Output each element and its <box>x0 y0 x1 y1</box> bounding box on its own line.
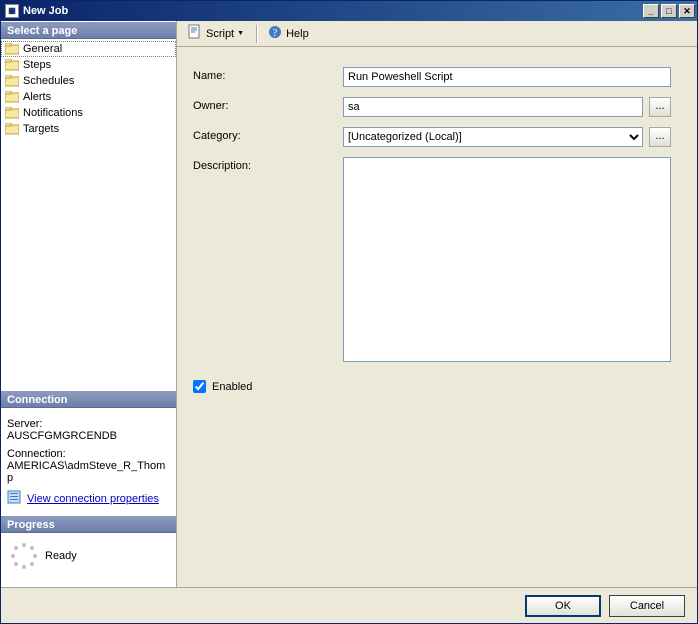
script-label: Script <box>206 28 234 40</box>
cancel-button[interactable]: Cancel <box>609 595 685 617</box>
name-row: Name: <box>193 67 681 87</box>
spacer <box>1 139 176 390</box>
description-row: Description: <box>193 157 681 362</box>
enabled-checkbox[interactable] <box>193 380 206 393</box>
sidebar-item-targets[interactable]: Targets <box>1 121 176 137</box>
minimize-button[interactable]: _ <box>643 4 659 18</box>
description-label: Description: <box>193 157 343 172</box>
sidebar-item-label: Notifications <box>23 107 172 119</box>
toolbar-separator <box>256 25 257 43</box>
spinner-icon <box>11 543 37 569</box>
chevron-down-icon: ▼ <box>237 30 244 37</box>
category-select[interactable]: [Uncategorized (Local)] <box>343 127 643 147</box>
maximize-button[interactable]: □ <box>661 4 677 18</box>
ok-button[interactable]: OK <box>525 595 601 617</box>
help-label: Help <box>286 28 309 40</box>
close-button[interactable]: ✕ <box>679 4 695 18</box>
help-icon: ? <box>267 24 283 43</box>
right-panel: Script ▼ ? Help Name: Owner: <box>177 21 697 587</box>
script-icon <box>187 24 203 43</box>
sidebar-item-schedules[interactable]: Schedules <box>1 73 176 89</box>
select-page-header: Select a page <box>1 21 176 39</box>
owner-input[interactable] <box>343 97 643 117</box>
category-browse-button[interactable]: ... <box>649 127 671 147</box>
sidebar-item-notifications[interactable]: Notifications <box>1 105 176 121</box>
content-area: Select a page General Steps <box>1 21 697 587</box>
view-connection-props[interactable]: View connection properties <box>7 490 170 507</box>
page-icon <box>5 91 19 103</box>
enabled-row: Enabled <box>193 380 681 393</box>
page-list: General Steps Schedules <box>1 39 176 139</box>
owner-row: Owner: ... <box>193 97 681 117</box>
connection-header: Connection <box>1 390 176 408</box>
sidebar-item-label: Alerts <box>23 91 172 103</box>
sidebar-item-label: Schedules <box>23 75 172 87</box>
page-icon <box>5 59 19 71</box>
owner-label: Owner: <box>193 97 343 112</box>
connection-body: Server: AUSCFGMGRCENDB Connection: AMERI… <box>1 408 176 515</box>
dialog-window: ▦ New Job _ □ ✕ Select a page General <box>0 0 698 624</box>
name-input[interactable] <box>343 67 671 87</box>
left-panel: Select a page General Steps <box>1 21 177 587</box>
description-textarea[interactable] <box>343 157 671 362</box>
app-icon: ▦ <box>5 4 19 18</box>
sidebar-item-label: General <box>23 43 172 55</box>
progress-header: Progress <box>1 515 176 533</box>
enabled-label: Enabled <box>212 381 252 393</box>
category-row: Category: [Uncategorized (Local)] ... <box>193 127 681 147</box>
page-icon <box>5 107 19 119</box>
properties-icon <box>7 490 21 507</box>
sidebar-item-alerts[interactable]: Alerts <box>1 89 176 105</box>
window-title: New Job <box>23 5 641 17</box>
sidebar-item-label: Targets <box>23 123 172 135</box>
form-area: Name: Owner: ... Category: [Uncategorize… <box>177 47 697 587</box>
sidebar-item-label: Steps <box>23 59 172 71</box>
owner-browse-button[interactable]: ... <box>649 97 671 117</box>
server-label: Server: <box>7 418 170 430</box>
sidebar-item-steps[interactable]: Steps <box>1 57 176 73</box>
connection-label: Connection: <box>7 448 170 460</box>
view-connection-link[interactable]: View connection properties <box>27 493 159 505</box>
svg-text:?: ? <box>273 28 278 39</box>
connection-value: AMERICAS\admSteve_R_Thomp <box>7 460 170 484</box>
page-icon <box>5 75 19 87</box>
page-icon <box>5 43 19 55</box>
name-label: Name: <box>193 67 343 82</box>
footer: OK Cancel <box>1 587 697 623</box>
sidebar-item-general[interactable]: General <box>1 41 176 57</box>
category-label: Category: <box>193 127 343 142</box>
help-button[interactable]: ? Help <box>263 22 313 45</box>
server-value: AUSCFGMGRCENDB <box>7 430 170 442</box>
toolbar: Script ▼ ? Help <box>177 21 697 47</box>
script-button[interactable]: Script ▼ <box>183 22 248 45</box>
titlebar: ▦ New Job _ □ ✕ <box>1 1 697 21</box>
page-icon <box>5 123 19 135</box>
progress-body: Ready <box>1 533 176 587</box>
progress-status: Ready <box>45 550 77 562</box>
